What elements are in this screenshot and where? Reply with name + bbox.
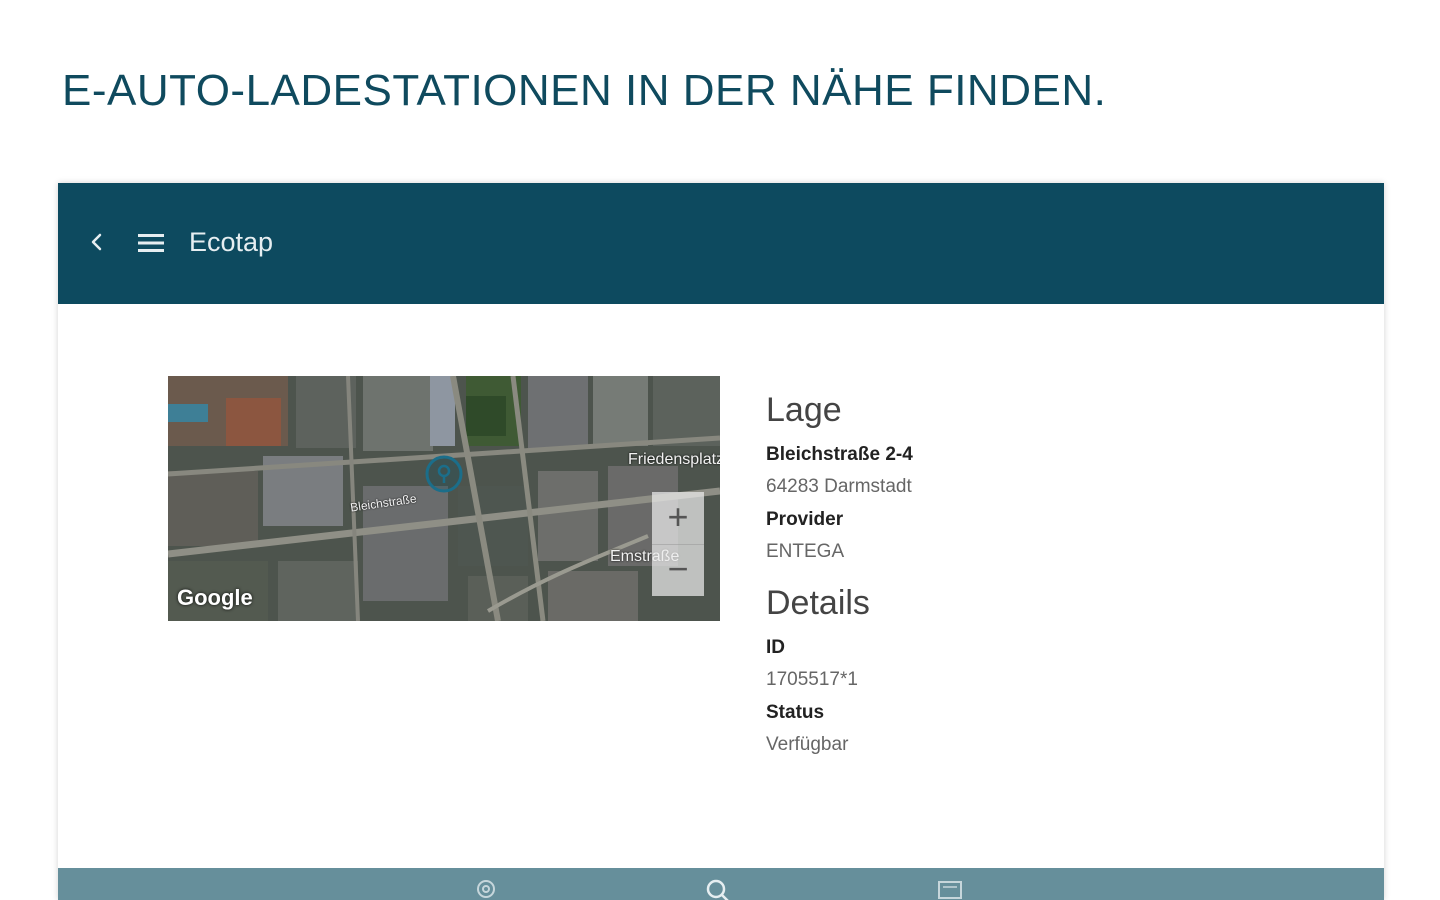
- app-screen: Ecotap Friedensplatz Bleichstraße Emstra…: [58, 183, 1384, 900]
- chevron-left-icon[interactable]: [86, 231, 108, 253]
- status-label: Status: [766, 702, 825, 723]
- zoom-out-button[interactable]: −: [652, 544, 704, 596]
- status-value: Verfügbar: [766, 734, 849, 755]
- address-line2: 64283 Darmstadt: [766, 476, 912, 497]
- map-attribution: Google: [177, 585, 253, 610]
- id-value: 1705517*1: [766, 669, 858, 690]
- id-label: ID: [766, 637, 785, 658]
- address-line1: Bleichstraße 2-4: [766, 444, 913, 465]
- location-pin-icon[interactable]: [424, 454, 464, 494]
- map-zoom-control: + −: [652, 492, 704, 596]
- station-details: Lage Bleichstraße 2-4 64283 Darmstadt Pr…: [766, 391, 913, 767]
- bottom-navigation: [58, 868, 1384, 900]
- page-headline: E-AUTO-LADESTATIONEN IN DER NÄHE FINDEN.: [62, 66, 1107, 115]
- provider-value: ENTEGA: [766, 541, 845, 562]
- provider-label: Provider: [766, 509, 844, 530]
- section-title-details: Details: [766, 584, 870, 622]
- search-icon[interactable]: [705, 878, 731, 900]
- zoom-in-button[interactable]: +: [652, 492, 704, 545]
- location-icon[interactable]: [473, 878, 499, 900]
- app-title: Ecotap: [189, 227, 274, 257]
- hamburger-menu-icon[interactable]: [136, 231, 166, 255]
- station-map[interactable]: Friedensplatz Bleichstraße Emstraße + − …: [168, 376, 720, 621]
- section-title-lage: Lage: [766, 391, 842, 429]
- list-icon[interactable]: [937, 878, 963, 900]
- app-bar: Ecotap: [58, 183, 1384, 304]
- street-label-friedensplatz: Friedensplatz: [628, 451, 720, 468]
